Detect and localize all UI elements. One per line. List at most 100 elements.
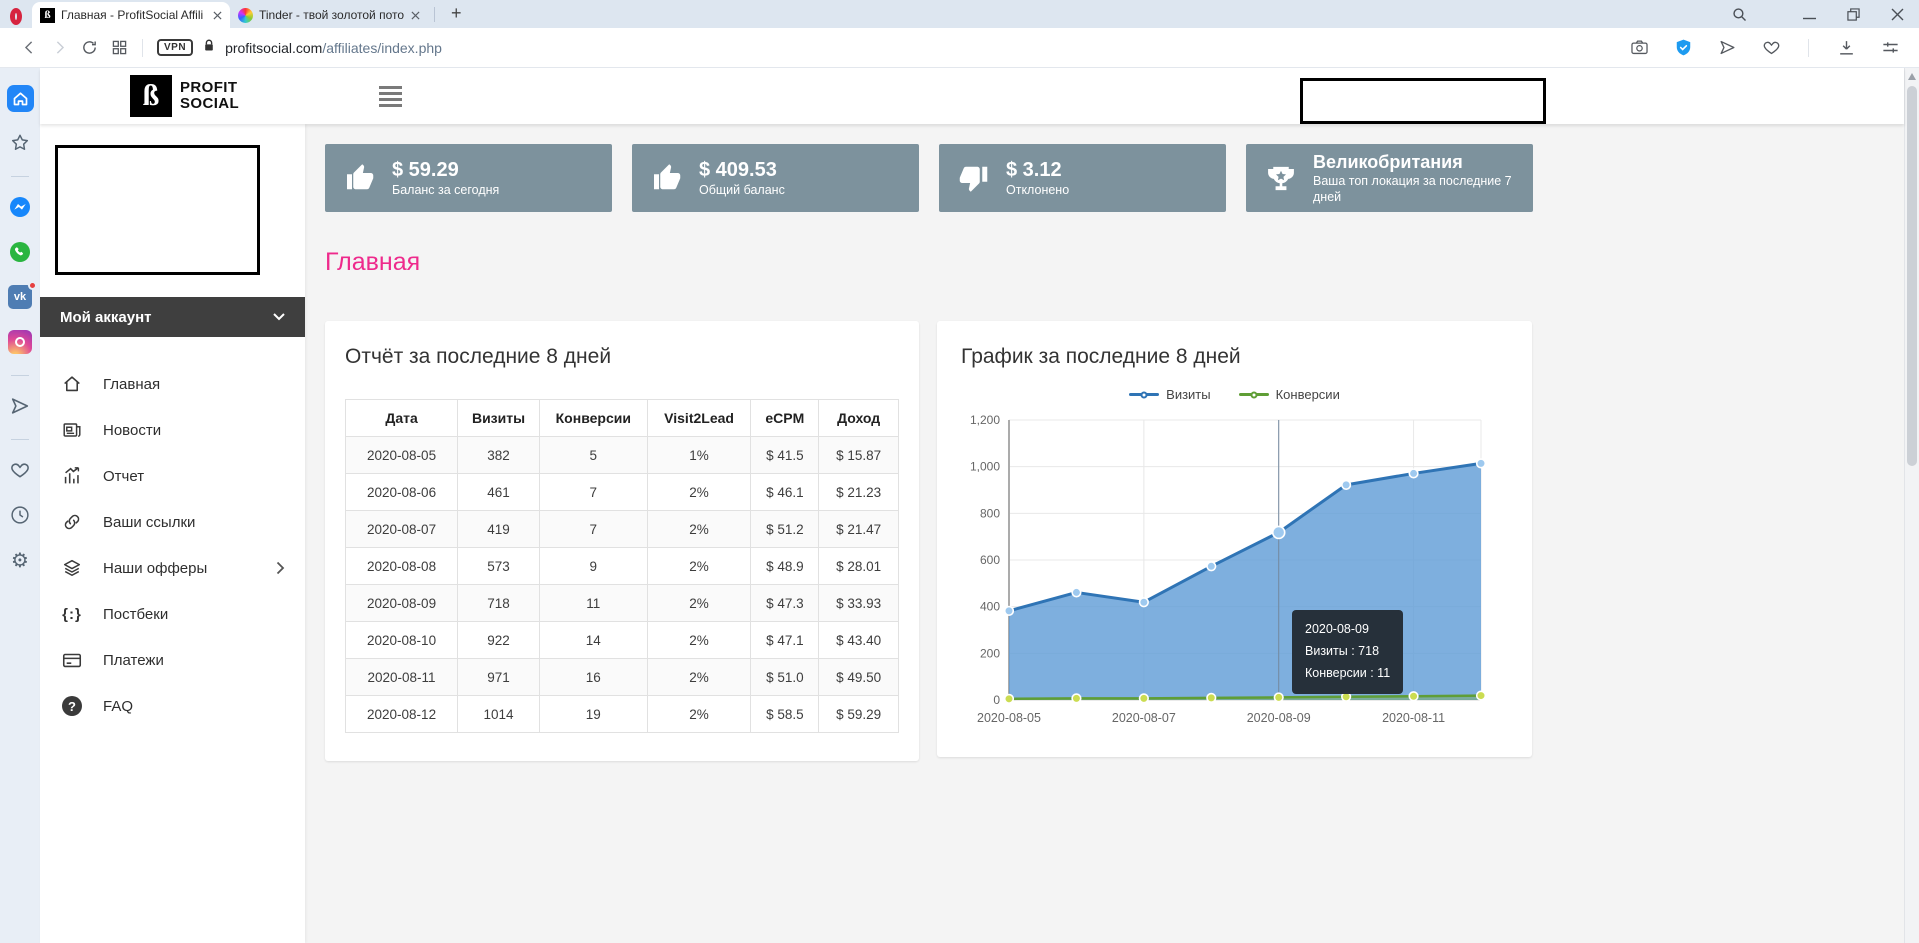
table-cell: 2% bbox=[647, 511, 751, 548]
reload-button[interactable] bbox=[74, 33, 104, 63]
table-cell: 14 bbox=[539, 622, 647, 659]
profitsocial-favicon: ß bbox=[40, 8, 55, 23]
address-bar[interactable]: VPN profitsocial.com/affiliates/index.ph… bbox=[157, 38, 442, 58]
table-cell: $ 48.9 bbox=[751, 548, 819, 585]
table-cell: 2% bbox=[647, 585, 751, 622]
sidebar-item-link[interactable]: Ваши ссылки bbox=[40, 499, 305, 545]
heart-icon bbox=[9, 459, 31, 481]
sidebar-messenger-button[interactable] bbox=[6, 193, 34, 221]
sidebar-item-faq[interactable]: ?FAQ bbox=[40, 683, 305, 729]
sidebar-instagram-button[interactable] bbox=[6, 328, 34, 356]
browser-tab[interactable]: ßГлавная - ProfitSocial Affili bbox=[32, 2, 230, 28]
table-cell: 2% bbox=[647, 548, 751, 585]
bookmark-heart-icon[interactable] bbox=[1756, 33, 1786, 63]
legend-item-Визиты[interactable]: Визиты bbox=[1129, 387, 1210, 402]
tab-close-icon[interactable] bbox=[213, 11, 222, 20]
link-icon bbox=[60, 511, 84, 533]
url-text[interactable]: profitsocial.com/affiliates/index.php bbox=[225, 40, 442, 56]
svg-text:600: 600 bbox=[980, 553, 1000, 567]
shield-check-icon[interactable] bbox=[1668, 33, 1698, 63]
menu-toggle-button[interactable] bbox=[379, 86, 402, 107]
sidebar-item-label: FAQ bbox=[103, 698, 133, 715]
sidebar-heart-button[interactable] bbox=[6, 456, 34, 484]
speed-dial-icon[interactable] bbox=[104, 33, 134, 63]
legend-item-Конверсии[interactable]: Конверсии bbox=[1239, 387, 1340, 402]
table-cell: $ 49.50 bbox=[819, 659, 899, 696]
table-row: 2020-08-10922142%$ 47.1$ 43.40 bbox=[346, 622, 899, 659]
stat-card-value: $ 409.53 bbox=[699, 157, 785, 183]
tab-title: Tinder - твой золотой пото bbox=[259, 8, 405, 22]
sidebar-paper-plane-button[interactable] bbox=[6, 392, 34, 420]
table-row: 2020-08-0646172%$ 46.1$ 21.23 bbox=[346, 474, 899, 511]
opera-logo-icon[interactable] bbox=[10, 8, 22, 25]
profitsocial-logo[interactable]: ß PROFITSOCIAL bbox=[130, 75, 239, 117]
scrollbar-thumb[interactable] bbox=[1907, 86, 1917, 466]
news-icon bbox=[60, 419, 84, 441]
back-button[interactable] bbox=[14, 33, 44, 63]
table-cell: 419 bbox=[458, 511, 540, 548]
sidebar-item-label: Постбеки bbox=[103, 606, 168, 623]
sidebar-clock-button[interactable] bbox=[6, 501, 34, 529]
sidebar-home-button[interactable] bbox=[6, 84, 34, 112]
table-cell: 1% bbox=[647, 437, 751, 474]
restore-button[interactable] bbox=[1831, 0, 1875, 28]
downloads-icon[interactable] bbox=[1831, 33, 1861, 63]
stat-card: ВеликобританияВаша топ локация за послед… bbox=[1246, 144, 1533, 212]
browser-tab[interactable]: Tinder - твой золотой пото bbox=[230, 2, 428, 28]
tab-close-icon[interactable] bbox=[411, 11, 420, 20]
lock-icon[interactable] bbox=[202, 38, 216, 58]
legend-label: Конверсии bbox=[1276, 387, 1340, 402]
snapshot-camera-icon[interactable] bbox=[1624, 33, 1654, 63]
browser-search-icon[interactable] bbox=[1717, 0, 1761, 28]
table-cell: 11 bbox=[539, 585, 647, 622]
sidebar-whatsapp-button[interactable] bbox=[6, 238, 34, 266]
sidebar-star-button[interactable] bbox=[6, 129, 34, 157]
sidebar-item-news[interactable]: Новости bbox=[40, 407, 305, 453]
tab-separator bbox=[434, 7, 435, 22]
home-icon bbox=[60, 373, 84, 395]
url-domain: profitsocial.com bbox=[225, 40, 322, 56]
sidebar-item-postbacks[interactable]: {:}Постбеки bbox=[40, 591, 305, 637]
table-cell: $ 21.23 bbox=[819, 474, 899, 511]
offers-icon bbox=[60, 557, 84, 579]
thumb-up-icon bbox=[343, 163, 379, 193]
tooltip-date: 2020-08-09 bbox=[1305, 619, 1390, 641]
page-title: Главная bbox=[325, 248, 1884, 277]
toolbar-right-icons bbox=[1624, 33, 1905, 63]
table-cell: 971 bbox=[458, 659, 540, 696]
table-cell: 19 bbox=[539, 696, 647, 733]
sidebar-gear-button[interactable]: ⚙ bbox=[6, 546, 34, 574]
minimize-button[interactable] bbox=[1787, 0, 1831, 28]
report-icon bbox=[60, 465, 84, 487]
chart-area[interactable]: 02004006008001,0001,2002020-08-052020-08… bbox=[961, 410, 1508, 733]
sidebar-item-home[interactable]: Главная bbox=[40, 361, 305, 407]
page-body: Мой аккаунт ГлавнаяНовостиОтчетВаши ссыл… bbox=[40, 124, 1904, 943]
page: ß PROFITSOCIAL Мой аккаунт ГлавнаяНовост… bbox=[40, 68, 1904, 943]
table-cell: $ 47.1 bbox=[751, 622, 819, 659]
logo-text: PROFITSOCIAL bbox=[180, 80, 239, 112]
table-cell: 461 bbox=[458, 474, 540, 511]
forward-button[interactable] bbox=[44, 33, 74, 63]
settings-tune-icon[interactable] bbox=[1875, 33, 1905, 63]
sidebar-vk-button[interactable]: vk bbox=[6, 283, 34, 311]
table-cell: 7 bbox=[539, 474, 647, 511]
stat-card: $ 3.12Отклонено bbox=[939, 144, 1226, 212]
vpn-badge[interactable]: VPN bbox=[157, 39, 193, 56]
stat-card-label: Баланс за сегодня bbox=[392, 183, 499, 199]
account-menu-header[interactable]: Мой аккаунт bbox=[40, 297, 305, 337]
stat-card-label: Общий баланс bbox=[699, 183, 785, 199]
table-cell: $ 51.2 bbox=[751, 511, 819, 548]
url-path: /affiliates/index.php bbox=[322, 40, 442, 56]
close-window-button[interactable] bbox=[1875, 0, 1919, 28]
sidebar-item-payments[interactable]: Платежи bbox=[40, 637, 305, 683]
page-scrollbar[interactable] bbox=[1904, 68, 1919, 943]
table-cell: 2020-08-11 bbox=[346, 659, 458, 696]
new-tab-button[interactable]: + bbox=[441, 3, 472, 28]
sidebar-item-report[interactable]: Отчет bbox=[40, 453, 305, 499]
sidebar-item-offers[interactable]: Наши офферы bbox=[40, 545, 305, 591]
browser-toolbar: VPN profitsocial.com/affiliates/index.ph… bbox=[0, 28, 1919, 68]
scrollbar-up-arrow[interactable] bbox=[1908, 73, 1916, 80]
table-cell: 9 bbox=[539, 548, 647, 585]
chart-title: График за последние 8 дней bbox=[961, 345, 1508, 369]
my-flow-icon[interactable] bbox=[1712, 33, 1742, 63]
